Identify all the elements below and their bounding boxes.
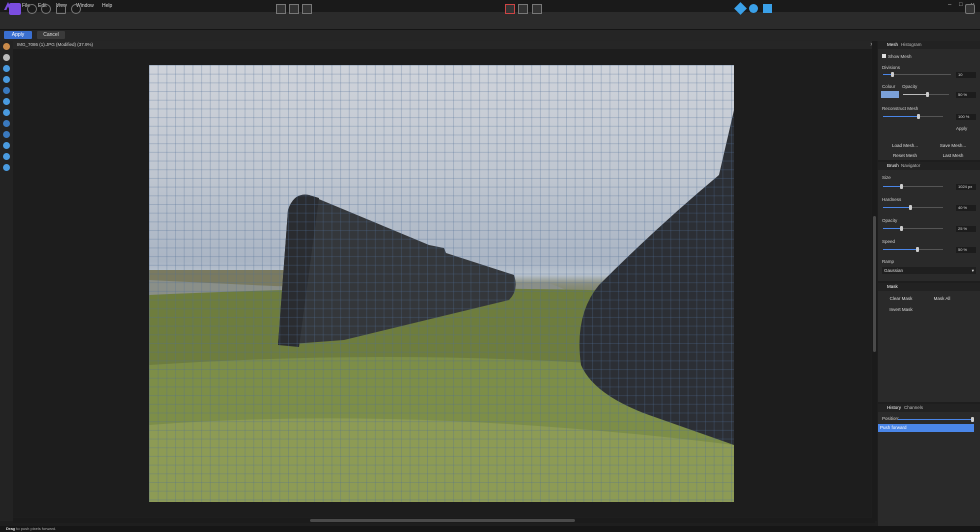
ramp-value: Gaussian — [884, 268, 904, 273]
divisions-value-field[interactable]: 10 — [956, 72, 976, 78]
speed-slider[interactable] — [883, 247, 943, 252]
export-persona-icon[interactable] — [71, 4, 81, 14]
hardness-slider[interactable] — [883, 205, 943, 210]
status-text: to push pixels forward. — [16, 526, 57, 531]
zoom-tool-icon[interactable] — [3, 54, 10, 61]
divisions-slider[interactable] — [883, 72, 951, 77]
history-position-slider[interactable] — [898, 417, 974, 422]
brush-opacity-slider[interactable] — [883, 226, 943, 231]
tab-mask[interactable]: Mask — [887, 283, 898, 291]
reconstruct-tool-icon[interactable] — [3, 142, 10, 149]
history-position-label: Position: — [882, 416, 900, 421]
last-mesh-button[interactable]: Last Mesh — [931, 153, 975, 157]
show-mesh-checkbox[interactable] — [882, 54, 886, 58]
freeze-tool-icon[interactable] — [3, 153, 10, 160]
status-action: Drag — [6, 526, 16, 531]
chevron-down-icon: ▾ — [971, 268, 974, 273]
twirl-tool-icon[interactable] — [3, 87, 10, 94]
size-slider[interactable] — [883, 184, 943, 189]
tab-channels[interactable]: Channels — [904, 404, 923, 412]
horizontal-scroll-thumb[interactable] — [310, 519, 575, 522]
view-mode-2-icon[interactable] — [289, 4, 299, 14]
speed-value-field[interactable]: 50 % — [956, 247, 976, 253]
hardness-label: Hardness — [882, 197, 902, 202]
thaw-tool-icon[interactable] — [3, 164, 10, 171]
clear-mask-button[interactable]: Clear Mask — [883, 295, 919, 302]
account-icon[interactable] — [965, 4, 975, 14]
cancel-button[interactable]: Cancel — [37, 31, 65, 39]
mesh-clone-tool-icon[interactable] — [3, 131, 10, 138]
apply-button[interactable]: Apply — [4, 31, 32, 39]
pinch-tool-icon[interactable] — [3, 98, 10, 105]
load-mesh-button[interactable]: Load Mesh... — [883, 142, 927, 149]
minimize-button[interactable]: – — [948, 2, 951, 8]
hand-tool-icon[interactable] — [3, 43, 10, 50]
divisions-label: Divisions — [882, 65, 901, 70]
reconstruct-slider[interactable] — [883, 114, 943, 119]
quick-mask-icon[interactable] — [505, 4, 515, 14]
selection-mode-icon[interactable] — [518, 4, 528, 14]
punch-tool-icon[interactable] — [3, 109, 10, 116]
view-mode-3-icon[interactable] — [302, 4, 312, 14]
photo-persona-icon[interactable] — [9, 3, 21, 15]
ramp-dropdown[interactable]: Gaussian ▾ — [882, 267, 976, 274]
colour-label: Colour — [882, 84, 896, 89]
push-left-tool-icon[interactable] — [3, 76, 10, 83]
save-mesh-button[interactable]: Save Mesh... — [931, 142, 975, 149]
hardness-value-field[interactable]: 40 % — [956, 205, 976, 211]
brush-opacity-label: Opacity — [882, 218, 898, 223]
size-label: Size — [882, 175, 891, 180]
history-entry-selected[interactable]: Push forward — [878, 424, 974, 432]
menu-bar — [0, 0, 980, 12]
reconstruct-label: Reconstruct Mesh — [882, 106, 919, 111]
liquify-persona-icon[interactable] — [27, 4, 37, 14]
tab-navigator[interactable]: Navigator — [901, 162, 920, 170]
document-tab[interactable]: IMG_7086 (1).JPG (Modified) (37.9%) — [13, 41, 875, 49]
ramp-label: Ramp — [882, 259, 895, 264]
reset-mesh-button[interactable]: Reset Mesh — [883, 153, 927, 157]
develop-persona-icon[interactable] — [41, 4, 51, 14]
tab-histogram[interactable]: Histogram — [901, 41, 922, 49]
mesh-opacity-label: Opacity — [902, 84, 918, 89]
mesh-opacity-slider[interactable] — [903, 92, 949, 97]
show-mesh-label: Show Mesh — [888, 54, 912, 59]
tab-brush[interactable]: Brush — [887, 162, 899, 170]
tab-mesh[interactable]: Mesh — [887, 41, 898, 49]
vertical-scroll-thumb[interactable] — [873, 216, 876, 352]
reconstruct-value-field[interactable]: 100 % — [956, 114, 976, 120]
context-toolbar — [0, 30, 980, 41]
brush-opacity-value-field[interactable]: 25 % — [956, 226, 976, 232]
tone-mapping-persona-icon[interactable] — [56, 4, 66, 14]
mesh-opacity-value-field[interactable]: 50 % — [956, 92, 976, 98]
view-mode-1-icon[interactable] — [276, 4, 286, 14]
invert-mask-button[interactable]: Invert Mask — [883, 306, 919, 313]
push-forward-tool-icon[interactable] — [3, 65, 10, 72]
speed-label: Speed — [882, 239, 896, 244]
tab-history[interactable]: History — [887, 404, 901, 412]
menu-help[interactable]: Help — [102, 3, 112, 9]
transform-mode-icon[interactable] — [532, 4, 542, 14]
document-photo[interactable] — [149, 65, 734, 502]
colour-icon[interactable] — [749, 4, 758, 13]
mesh-colour-swatch[interactable] — [881, 91, 899, 98]
mesh-grid-overlay — [149, 65, 734, 502]
maximize-button[interactable]: □ — [959, 2, 963, 8]
status-bar: Drag to push pixels forward. — [0, 526, 980, 532]
size-value-field[interactable]: 1024 px — [956, 184, 976, 190]
reconstruct-apply-button[interactable]: Apply — [956, 126, 967, 131]
main-toolbar — [0, 12, 980, 30]
mask-all-button[interactable]: Mask All — [924, 295, 960, 302]
snap-icon[interactable] — [763, 4, 772, 13]
turbulence-tool-icon[interactable] — [3, 120, 10, 127]
